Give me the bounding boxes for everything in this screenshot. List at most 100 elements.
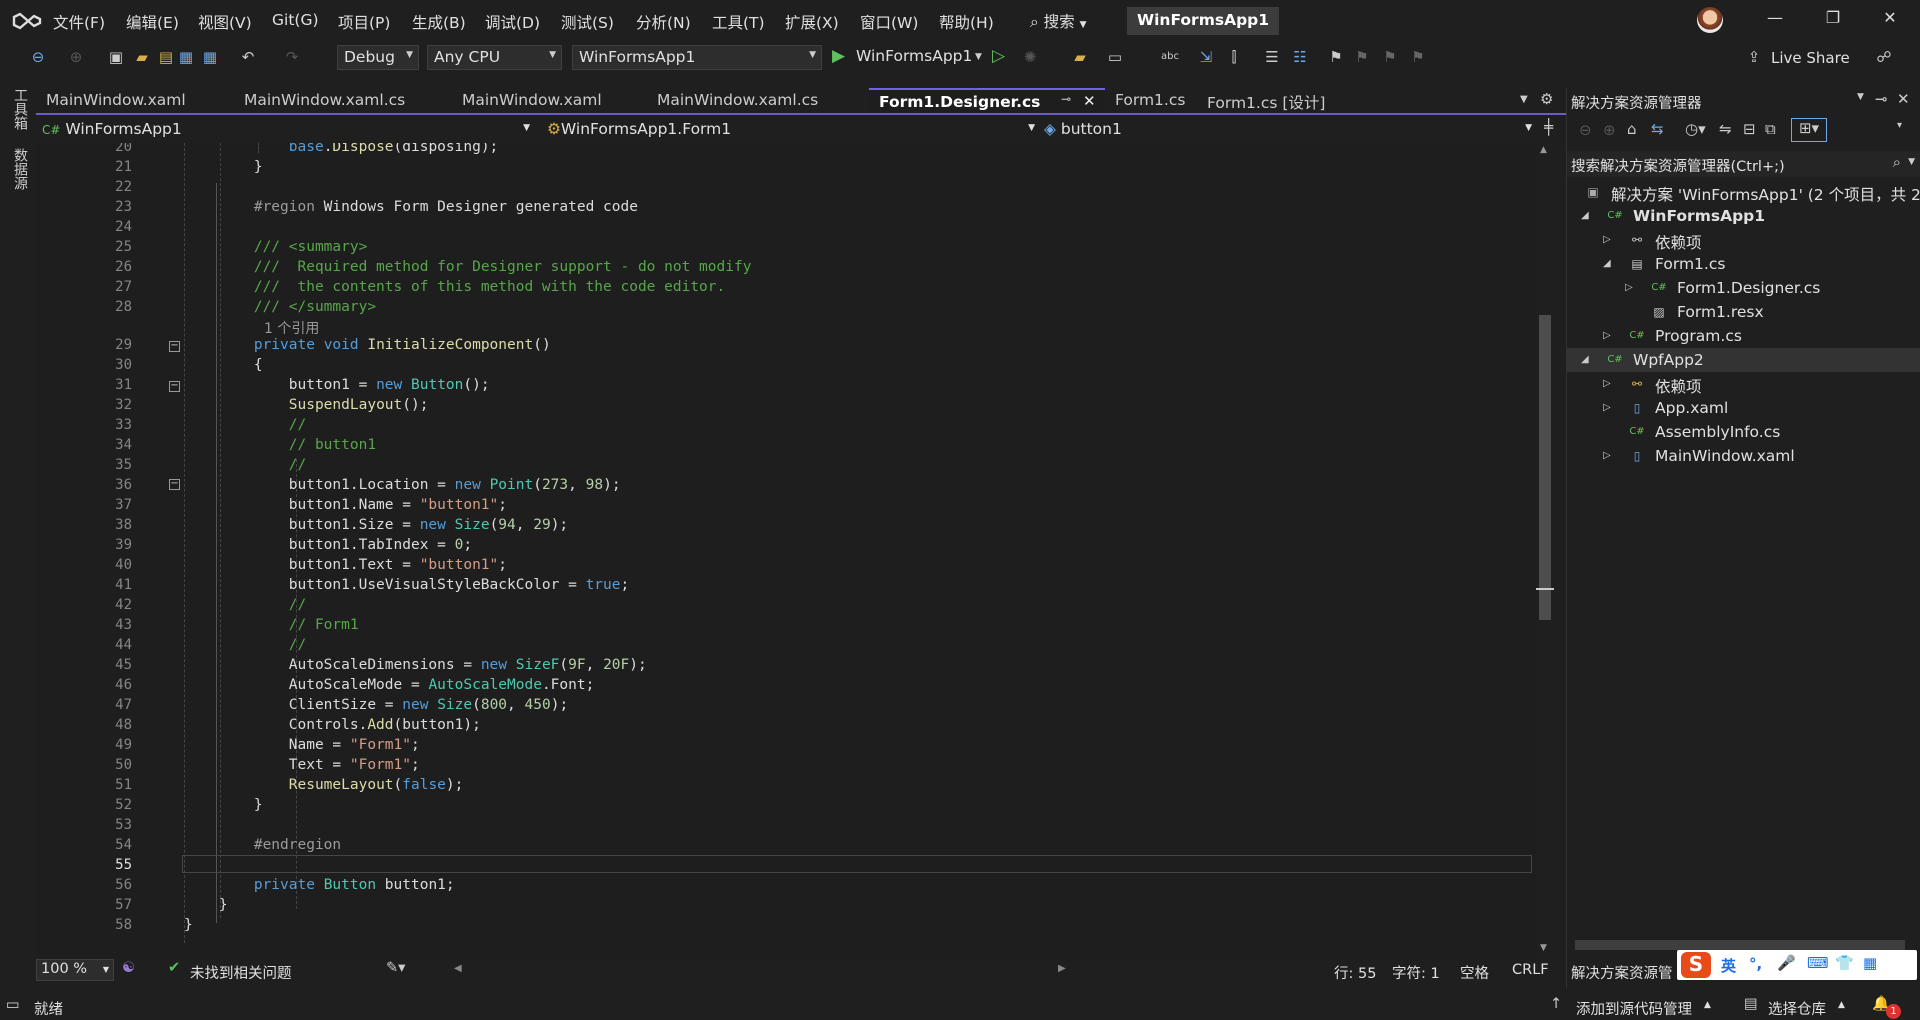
visual-studio-logo-icon[interactable] — [12, 8, 42, 34]
issues-status[interactable]: 未找到相关问题 — [190, 962, 292, 983]
toolbox-icon[interactable]: ▦ — [1863, 954, 1877, 972]
reference-count[interactable]: 1 个引用 — [264, 318, 319, 338]
line-ending-indicator[interactable]: CRLF — [1512, 962, 1549, 978]
prev-bookmark-icon[interactable]: ⚑ — [1352, 47, 1372, 67]
column-indicator[interactable]: 字符: 1 — [1392, 962, 1440, 983]
more-icon[interactable]: ▾ — [1897, 120, 1902, 131]
collapse-icon[interactable]: ◢ — [1581, 210, 1589, 221]
scroll-down-icon[interactable]: ▼ — [1540, 943, 1547, 953]
fold-toggle-region[interactable]: − — [169, 341, 180, 352]
tree-app-xaml[interactable]: ▷ ▯ App.xaml — [1567, 396, 1920, 420]
save-icon[interactable]: ▦ — [176, 47, 196, 67]
tab-form1-designer-cs[interactable]: Form1.Designer.cs ⊸ ✕ — [869, 88, 1105, 113]
layout-icon[interactable]: ▭ — [1105, 47, 1125, 67]
start-debug-icon[interactable]: ▶ — [832, 46, 845, 66]
comment-icon[interactable]: ☰ — [1262, 47, 1282, 67]
start-without-debug-icon[interactable]: ▷ — [992, 46, 1005, 66]
new-project-icon[interactable]: ▣ — [106, 47, 126, 67]
skin-icon[interactable]: 👕 — [1835, 954, 1854, 972]
menu-build[interactable]: 生成(B) — [412, 11, 466, 33]
menu-window[interactable]: 窗口(W) — [860, 11, 918, 33]
select-repository[interactable]: 选择仓库 — [1768, 998, 1826, 1019]
tab-mainwindow-xaml-cs-2[interactable]: MainWindow.xaml.cs — [647, 88, 847, 113]
menu-debug[interactable]: 调试(D) — [485, 11, 540, 33]
solution-explorer-icon[interactable]: ▰ — [1070, 47, 1090, 67]
zoom-select[interactable]: 100 % ▼ — [36, 959, 114, 981]
platform-select[interactable]: Any CPU ▼ — [427, 45, 562, 70]
minimize-button[interactable]: — — [1755, 8, 1795, 34]
chevron-down-icon[interactable]: ▼ — [1857, 92, 1864, 102]
tab-mainwindow-xaml-cs[interactable]: MainWindow.xaml.cs — [234, 88, 424, 113]
add-to-source-control[interactable]: 添加到源代码管理 — [1576, 998, 1692, 1019]
ime-punctuation[interactable]: °, — [1749, 955, 1762, 973]
split-icon[interactable]: ╪ — [1544, 118, 1553, 136]
menu-edit[interactable]: 编辑(E) — [126, 11, 179, 33]
open-folder-icon[interactable]: ▰ — [132, 47, 152, 67]
menu-tools[interactable]: 工具(T) — [712, 11, 765, 33]
forward-icon[interactable]: ⊕ — [66, 47, 86, 67]
keyboard-icon[interactable]: ⌨ — [1807, 954, 1829, 972]
datasources-tab[interactable]: 数据源 — [10, 148, 30, 190]
clear-bookmarks-icon[interactable]: ⚑ — [1408, 47, 1428, 67]
menu-analyze[interactable]: 分析(N) — [636, 11, 691, 33]
live-share-button[interactable]: Live Share — [1771, 49, 1850, 67]
output-icon[interactable]: ▭ — [6, 997, 20, 1013]
close-button[interactable]: ✕ — [1870, 8, 1910, 34]
expand-icon[interactable]: ▷ — [1603, 402, 1611, 413]
code-editor[interactable]: 20 21 22 23 24 25 26 27 28 29 30 31 32 33 34 35 36 37 38 39… — [36, 143, 1536, 958]
spellcheck-icon[interactable]: abc — [1160, 47, 1180, 67]
menu-view[interactable]: 视图(V) — [198, 11, 252, 33]
gear-icon[interactable]: ⚙ — [1540, 90, 1553, 108]
tree-program-cs[interactable]: ▷ C# Program.cs — [1567, 324, 1920, 348]
show-all-files-icon[interactable]: ⧉ — [1765, 120, 1776, 138]
fold-toggle-method[interactable]: − — [169, 479, 180, 490]
tree-project-winformsapp1[interactable]: ◢ C# WinFormsApp1 — [1567, 204, 1920, 228]
project-dropdown[interactable]: C# WinFormsApp1 ▼ — [36, 118, 536, 141]
tree-dependencies[interactable]: ▷ ⚯ 依赖项 — [1567, 228, 1920, 252]
back-icon[interactable]: ⊖ — [1579, 121, 1592, 139]
switch-views-icon[interactable]: ⇆ — [1651, 120, 1664, 138]
select-element-icon[interactable]: ⇲ — [1196, 47, 1216, 67]
back-icon[interactable]: ⊖ — [28, 47, 48, 67]
undo-icon[interactable]: ↶ — [238, 47, 258, 67]
tab-mainwindow-xaml-2[interactable]: MainWindow.xaml — [452, 88, 642, 113]
chevron-up-icon[interactable]: ▲ — [1838, 1000, 1845, 1010]
menu-project[interactable]: 项目(P) — [338, 11, 390, 33]
startup-project-select[interactable]: WinFormsApp1 ▼ — [572, 45, 822, 70]
tab-form1-designer[interactable]: Form1.cs [设计] — [1197, 88, 1367, 113]
restore-button[interactable]: ❐ — [1813, 8, 1853, 34]
menu-help[interactable]: 帮助(H) — [939, 11, 994, 33]
fold-toggle-summary[interactable]: − — [169, 381, 180, 392]
home-icon[interactable]: ⌂ — [1627, 120, 1637, 138]
tree-form1-designer-cs[interactable]: ▷ C# Form1.Designer.cs — [1567, 276, 1920, 300]
expand-icon[interactable]: ▷ — [1603, 234, 1611, 245]
bookmark-icon[interactable]: ⚑ — [1326, 47, 1346, 67]
horizontal-scrollbar[interactable] — [1575, 940, 1905, 950]
avatar[interactable] — [1697, 7, 1723, 33]
collapse-icon[interactable]: ◢ — [1603, 258, 1611, 269]
format-icon[interactable]: ⫿ — [1224, 47, 1244, 67]
tree-form1-cs[interactable]: ◢ ▤ Form1.cs — [1567, 252, 1920, 276]
expand-icon[interactable]: ▷ — [1603, 378, 1611, 389]
close-icon[interactable]: ✕ — [1897, 90, 1910, 108]
expand-icon[interactable]: ▷ — [1625, 282, 1633, 293]
scroll-right-icon[interactable]: ▶ — [1058, 963, 1066, 974]
pin-icon[interactable]: ⊸ — [1061, 92, 1071, 106]
toolbox-tab[interactable]: 工具箱 — [10, 88, 30, 130]
save-all-icon[interactable]: ▦ — [200, 47, 220, 67]
run-button-label[interactable]: WinFormsApp1 — [856, 47, 972, 65]
hot-reload-icon[interactable]: ✺ — [1020, 47, 1040, 67]
properties-icon[interactable]: ⊞▾ — [1791, 118, 1827, 142]
configuration-select[interactable]: Debug ▼ — [337, 45, 419, 70]
tab-mainwindow-xaml[interactable]: MainWindow.xaml — [36, 88, 232, 113]
tree-dependencies-wpf[interactable]: ▷ ⚯ 依赖项 — [1567, 372, 1920, 396]
collapse-icon[interactable]: ◢ — [1581, 354, 1589, 365]
expand-icon[interactable]: ▷ — [1603, 330, 1611, 341]
pending-changes-icon[interactable]: ◷▾ — [1685, 120, 1706, 138]
tree-mainwindow-xaml[interactable]: ▷ ▯ MainWindow.xaml — [1567, 444, 1920, 468]
redo-icon[interactable]: ↷ — [282, 47, 302, 67]
sync-icon[interactable]: ⇋ — [1719, 120, 1732, 138]
whitespace-indicator[interactable]: 空格 — [1460, 962, 1489, 983]
menu-git[interactable]: Git(G) — [272, 11, 319, 29]
vertical-scrollbar[interactable]: ▲ ▼ — [1536, 143, 1554, 958]
